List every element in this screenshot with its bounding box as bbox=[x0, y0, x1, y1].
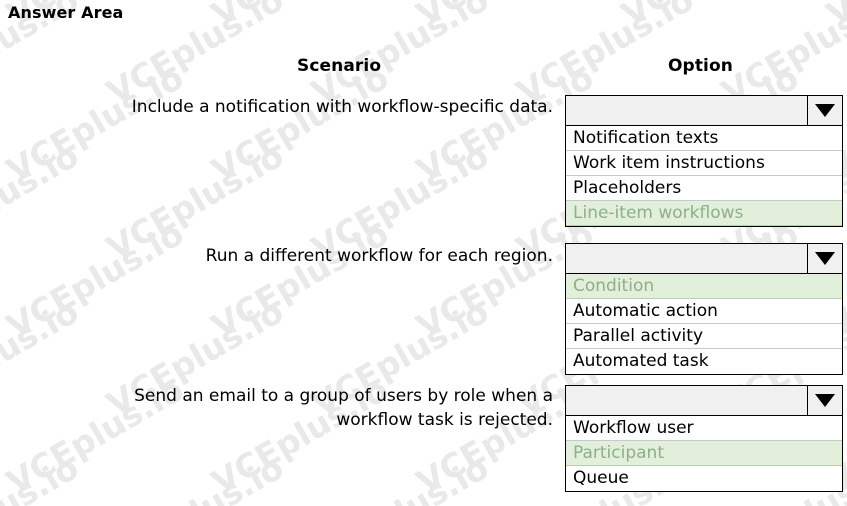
scenario-label-1: Include a notification with workflow-spe… bbox=[131, 97, 553, 117]
dropdown-option-list-3: Workflow user Participant Queue bbox=[565, 416, 843, 492]
dropdown-select-1[interactable] bbox=[565, 95, 843, 126]
dropdown-option-selected[interactable]: Line-item workflows bbox=[566, 201, 842, 226]
chevron-down-icon[interactable] bbox=[807, 96, 842, 125]
scenario-label-2: Run a different workflow for each region… bbox=[205, 246, 553, 266]
dropdown-group-2: Condition Automatic action Parallel acti… bbox=[565, 243, 843, 375]
dropdown-option[interactable]: Automated task bbox=[566, 349, 842, 374]
answer-area-content: Answer Area Scenario Option Include a no… bbox=[0, 0, 847, 506]
scenario-label-3: Send an email to a group of users by rol… bbox=[134, 386, 553, 430]
dropdown-group-3: Workflow user Participant Queue bbox=[565, 385, 843, 492]
dropdown-select-3[interactable] bbox=[565, 385, 843, 416]
dropdown-group-1: Notification texts Work item instruction… bbox=[565, 95, 843, 227]
dropdown-option[interactable]: Workflow user bbox=[566, 416, 842, 441]
dropdown-option-list-1: Notification texts Work item instruction… bbox=[565, 126, 843, 227]
dropdown-option[interactable]: Automatic action bbox=[566, 299, 842, 324]
chevron-down-icon[interactable] bbox=[807, 386, 842, 415]
dropdown-select-2[interactable] bbox=[565, 243, 843, 274]
chevron-down-glyph bbox=[815, 104, 835, 117]
dropdown-option-selected[interactable]: Condition bbox=[566, 274, 842, 299]
column-header-scenario: Scenario bbox=[297, 56, 382, 76]
dropdown-option[interactable]: Parallel activity bbox=[566, 324, 842, 349]
chevron-down-glyph bbox=[815, 252, 835, 265]
chevron-down-glyph bbox=[815, 394, 835, 407]
chevron-down-icon[interactable] bbox=[807, 244, 842, 273]
dropdown-option-selected[interactable]: Participant bbox=[566, 441, 842, 466]
dropdown-option[interactable]: Work item instructions bbox=[566, 151, 842, 176]
dropdown-option-list-2: Condition Automatic action Parallel acti… bbox=[565, 274, 843, 375]
column-header-option: Option bbox=[668, 56, 733, 76]
dropdown-option[interactable]: Queue bbox=[566, 466, 842, 491]
dropdown-option[interactable]: Placeholders bbox=[566, 176, 842, 201]
page-title: Answer Area bbox=[8, 3, 124, 22]
dropdown-selected-value-3 bbox=[566, 386, 807, 415]
dropdown-selected-value-1 bbox=[566, 96, 807, 125]
dropdown-option[interactable]: Notification texts bbox=[566, 126, 842, 151]
dropdown-selected-value-2 bbox=[566, 244, 807, 273]
